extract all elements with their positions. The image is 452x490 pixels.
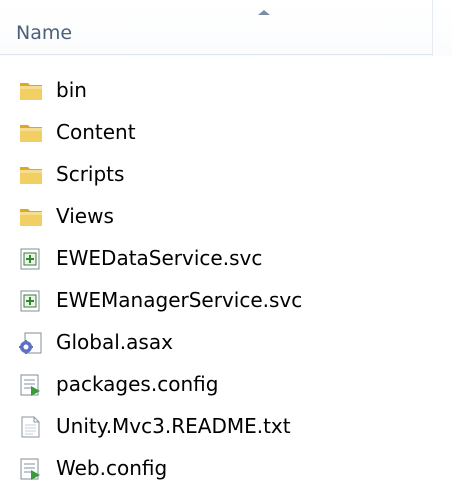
file-row-unity-readme[interactable]: Unity.Mvc3.README.txt: [0, 406, 452, 448]
folder-icon: [18, 164, 44, 186]
config-file-icon: [18, 374, 44, 396]
file-row-bin[interactable]: bin: [0, 70, 452, 112]
file-name: packages.config: [56, 372, 219, 396]
file-name: Global.asax: [56, 330, 173, 354]
column-divider[interactable]: [432, 0, 433, 56]
column-header: Name: [0, 0, 452, 56]
file-name: Content: [56, 120, 136, 144]
file-name: Scripts: [56, 162, 125, 186]
file-row-ewemanagerservice[interactable]: EWEManagerService.svc: [0, 280, 452, 322]
svc-file-icon: [18, 248, 44, 270]
file-name: EWEDataService.svc: [56, 246, 263, 270]
svc-file-icon: [18, 290, 44, 312]
file-name: Unity.Mvc3.README.txt: [56, 414, 291, 438]
config-file-icon: [18, 458, 44, 480]
file-name: EWEManagerService.svc: [56, 288, 303, 312]
folder-icon: [18, 122, 44, 144]
column-header-name[interactable]: Name: [16, 22, 72, 44]
text-file-icon: [18, 416, 44, 438]
sort-ascending-icon: [258, 10, 270, 15]
file-row-packages-config[interactable]: packages.config: [0, 364, 452, 406]
file-row-web-config[interactable]: Web.config: [0, 448, 452, 490]
folder-icon: [18, 80, 44, 102]
file-row-views[interactable]: Views: [0, 196, 452, 238]
asax-file-icon: [18, 332, 44, 354]
folder-icon: [18, 206, 44, 228]
file-name: Views: [56, 204, 114, 228]
file-name: Web.config: [56, 456, 168, 480]
file-row-global-asax[interactable]: Global.asax: [0, 322, 452, 364]
file-row-scripts[interactable]: Scripts: [0, 154, 452, 196]
file-row-content[interactable]: Content: [0, 112, 452, 154]
file-row-ewedataservice[interactable]: EWEDataService.svc: [0, 238, 452, 280]
file-name: bin: [56, 78, 87, 102]
header-border: [0, 54, 432, 55]
